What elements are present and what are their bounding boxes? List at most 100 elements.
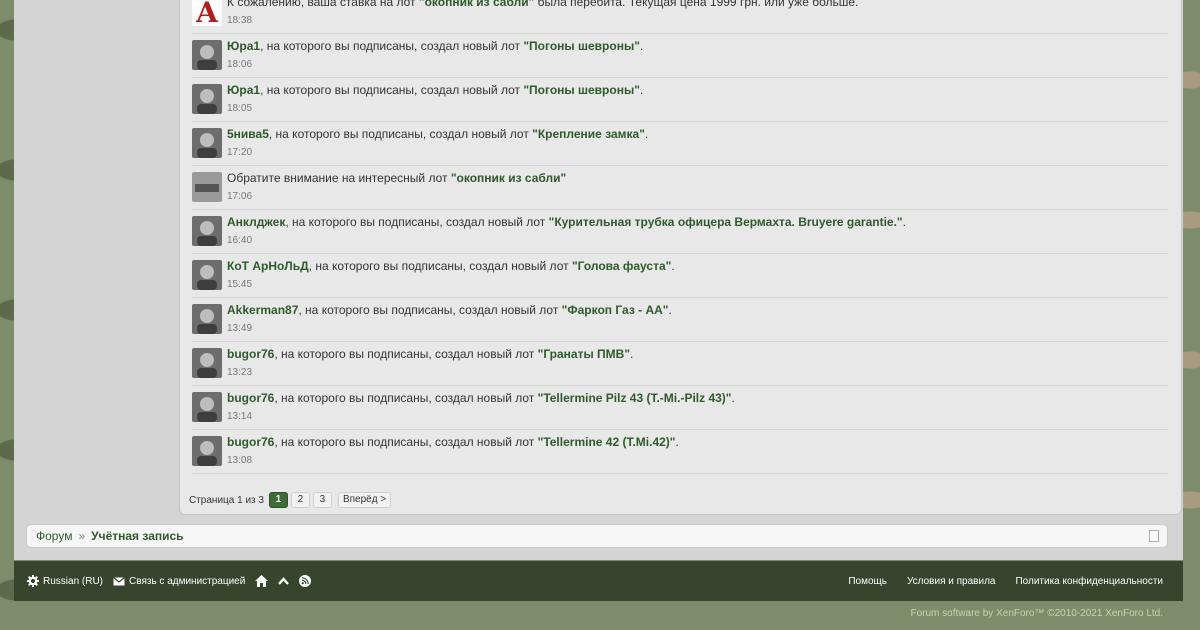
user-avatar[interactable]: [192, 436, 222, 466]
alert-lot-link[interactable]: "Tellermine 42 (T.Mi.42)": [538, 435, 676, 449]
breadcrumb-forum-link[interactable]: Форум: [36, 529, 72, 543]
alert-item: Akkerman87, на которого вы подписаны, со…: [192, 298, 1168, 342]
alert-time: 18:05: [227, 103, 253, 114]
page-link-2[interactable]: 2: [290, 492, 310, 508]
home-icon: [255, 575, 269, 587]
alert-time: 13:14: [227, 411, 253, 422]
language-label: Russian (RU): [43, 575, 104, 587]
letter-a-avatar[interactable]: A: [192, 0, 222, 26]
alert-message-tail: .: [639, 39, 644, 53]
alert-lot-link[interactable]: "Фаркоп Газ - АА": [562, 303, 669, 317]
footer: Russian (RU) Связь с администрацией Помо…: [14, 561, 1183, 601]
alert-message-tail: .: [731, 391, 735, 405]
breadcrumb: Форум » Учётная запись: [26, 524, 1168, 548]
alert-message-tail: .: [675, 435, 679, 449]
alert-username-link[interactable]: bugor76: [227, 391, 274, 405]
user-avatar[interactable]: [192, 348, 222, 378]
alert-lot-link[interactable]: "Голова фауста": [572, 259, 671, 273]
alert-message-tail: .: [630, 347, 634, 361]
alert-username-link[interactable]: Юра1: [227, 83, 260, 97]
alerts-list: A К сожалению, ваша ставка на лот "окопни…: [192, 0, 1168, 474]
contact-link[interactable]: Связь с администрацией: [113, 576, 245, 587]
user-avatar[interactable]: [192, 392, 222, 422]
rss-link[interactable]: [299, 575, 312, 587]
alert-lot-link[interactable]: "окопник из сабли": [451, 171, 566, 185]
alert-username-link[interactable]: Akkerman87: [227, 303, 298, 317]
page-link-1[interactable]: 1: [268, 492, 288, 508]
pagination: Страница 1 из 3 1 2 3 Вперёд >: [189, 492, 392, 508]
footer-link-privacy[interactable]: Политика конфиденциальности: [1015, 576, 1163, 587]
alert-text: 5нива5, на которого вы подписаны, создал…: [227, 127, 1168, 141]
alert-message: , на которого вы подписаны, создал новый…: [285, 215, 549, 229]
alert-lot-link[interactable]: "Погоны шевроны": [523, 39, 640, 53]
alert-message: , на которого вы подписаны, создал новый…: [274, 435, 538, 449]
alert-text: bugor76, на которого вы подписаны, созда…: [227, 435, 1168, 449]
copyright[interactable]: Forum software by XenForo™ ©2010-2021 Xe…: [911, 608, 1164, 619]
envelope-icon: [113, 576, 125, 585]
alert-item: Анклджек, на которого вы подписаны, созд…: [192, 210, 1168, 254]
alert-text: Юра1, на которого вы подписаны, создал н…: [227, 83, 1168, 97]
alert-time: 13:08: [227, 455, 253, 466]
user-avatar[interactable]: [192, 216, 222, 246]
language-chooser[interactable]: Russian (RU): [27, 575, 103, 587]
alerts-panel: A К сожалению, ваша ставка на лот "окопни…: [179, 0, 1182, 515]
alert-message: К сожалению, ваша ставка на лот: [227, 0, 419, 9]
document-icon: [1149, 530, 1159, 542]
alert-username-link[interactable]: 5нива5: [227, 127, 269, 141]
alert-username-link[interactable]: КоТ АрНоЛьД: [227, 259, 309, 273]
alert-lot-link[interactable]: "Tellermine Pilz 43 (T.-Mi.-Pilz 43)": [538, 391, 732, 405]
footer-link-terms[interactable]: Условия и правила: [907, 576, 995, 587]
alert-message: , на которого вы подписаны, создал новый…: [274, 391, 538, 405]
alert-text: bugor76, на которого вы подписаны, созда…: [227, 391, 1168, 405]
alert-message-tail: .: [644, 127, 649, 141]
alert-item: bugor76, на которого вы подписаны, созда…: [192, 342, 1168, 386]
alert-lot-link[interactable]: "Крепление замка": [532, 127, 645, 141]
alert-text: Юра1, на которого вы подписаны, создал н…: [227, 39, 1168, 53]
alert-item: bugor76, на которого вы подписаны, созда…: [192, 386, 1168, 430]
alert-username-link[interactable]: Юра1: [227, 39, 260, 53]
alert-lot-link[interactable]: "окопник из сабли": [419, 0, 534, 9]
scroll-top-link[interactable]: [278, 577, 290, 585]
page-link-3[interactable]: 3: [312, 492, 332, 508]
alert-message: , на которого вы подписаны, создал новый…: [298, 303, 562, 317]
contact-label: Связь с администрацией: [129, 575, 246, 587]
alert-item: Юра1, на которого вы подписаны, создал н…: [192, 34, 1168, 78]
alert-time: 17:06: [227, 191, 253, 202]
gear-icon: [27, 575, 39, 587]
user-avatar[interactable]: [192, 40, 222, 70]
alert-username-link[interactable]: bugor76: [227, 435, 274, 449]
alert-time: 13:49: [227, 323, 253, 334]
home-link[interactable]: [255, 575, 269, 587]
user-avatar[interactable]: [192, 84, 222, 114]
alert-item: 5нива5, на которого вы подписаны, создал…: [192, 122, 1168, 166]
alert-time: 17:20: [227, 147, 253, 158]
alert-message: , на которого вы подписаны, создал новый…: [274, 347, 538, 361]
breadcrumb-current[interactable]: Учётная запись: [91, 529, 183, 543]
footer-link-help[interactable]: Помощь: [848, 576, 887, 587]
alert-item: Обратите внимание на интересный лот "око…: [192, 166, 1168, 210]
alert-lot-link[interactable]: "Курительная трубка офицера Вермахта. Br…: [549, 215, 903, 229]
alert-text: Обратите внимание на интересный лот "око…: [227, 171, 1168, 185]
alert-time: 18:06: [227, 59, 253, 70]
alert-item: Юра1, на которого вы подписаны, создал н…: [192, 78, 1168, 122]
alert-message-tail: была перебита. Текущая цена 1999 грн. ил…: [534, 0, 859, 9]
user-avatar[interactable]: [192, 128, 222, 158]
alert-time: 16:40: [227, 235, 253, 246]
alert-username-link[interactable]: Анклджек: [227, 215, 285, 229]
user-avatar[interactable]: [192, 304, 222, 334]
lot-avatar[interactable]: [192, 172, 222, 202]
rss-icon: [299, 575, 312, 587]
alert-text: bugor76, на которого вы подписаны, созда…: [227, 347, 1168, 361]
alert-text: К сожалению, ваша ставка на лот "окопник…: [227, 0, 1168, 9]
alert-message-tail: .: [639, 83, 644, 97]
alert-lot-link[interactable]: "Погоны шевроны": [523, 83, 640, 97]
alert-message: , на которого вы подписаны, создал новый…: [268, 127, 533, 141]
alert-lot-link[interactable]: "Гранаты ПМВ": [538, 347, 630, 361]
user-avatar[interactable]: [192, 260, 222, 290]
breadcrumb-separator: »: [78, 529, 86, 543]
chevron-up-icon: [278, 577, 290, 585]
alert-item: A К сожалению, ваша ставка на лот "окопни…: [192, 0, 1168, 34]
alert-username-link[interactable]: bugor76: [227, 347, 274, 361]
alert-message: Обратите внимание на интересный лот: [227, 171, 451, 185]
next-page-button[interactable]: Вперёд >: [337, 492, 392, 508]
